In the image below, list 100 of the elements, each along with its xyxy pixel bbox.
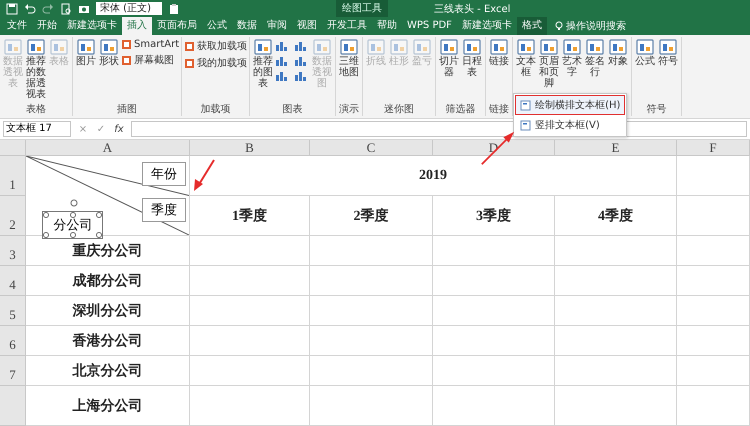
row-header[interactable]: 3 xyxy=(0,236,26,266)
ribbon-tab[interactable]: 新建选项卡 xyxy=(456,17,517,35)
redo-icon[interactable] xyxy=(42,2,54,14)
font-field[interactable]: 宋体 (正文) xyxy=(96,2,162,15)
chart-tile-icon xyxy=(439,38,460,56)
row-header[interactable]: 2 xyxy=(0,196,26,236)
print-preview-icon[interactable] xyxy=(60,2,72,14)
table-cell: 3季度 xyxy=(433,196,555,236)
ribbon-tab[interactable]: 页面布局 xyxy=(152,17,202,35)
ribbon-button[interactable]: 我的加载项 xyxy=(184,56,248,70)
group-label: 表格 xyxy=(25,104,47,116)
tell-me-search[interactable]: 操作说明搜索 xyxy=(546,17,626,35)
table-cell: 成都分公司 xyxy=(26,266,190,296)
chart-tile-icon xyxy=(658,38,678,56)
formula-field[interactable] xyxy=(131,121,747,137)
chart-tile-icon xyxy=(3,38,23,56)
table-cell: 上海分公司 xyxy=(26,386,190,426)
ribbon-tab[interactable]: 开发工具 xyxy=(322,17,372,35)
chart-tile-icon xyxy=(539,38,560,56)
text-box[interactable]: 分公司 xyxy=(42,211,104,240)
square-icon xyxy=(121,54,132,66)
ribbon-button[interactable]: 图片 xyxy=(75,37,97,68)
group-label: 迷你图 xyxy=(383,104,416,116)
ribbon-tab[interactable]: 视图 xyxy=(292,17,322,35)
ribbon-button[interactable]: 推荐的图表 xyxy=(252,37,274,90)
chart-tile-icon xyxy=(516,38,536,56)
square-icon xyxy=(184,40,196,52)
clipboard-icon[interactable] xyxy=(168,2,180,14)
column-header[interactable]: B xyxy=(190,140,310,156)
ribbon-button[interactable]: 获取加载项 xyxy=(184,39,248,53)
row-header[interactable]: 7 xyxy=(0,356,26,386)
row-header[interactable]: 4 xyxy=(0,266,26,296)
chart-tile-icon xyxy=(608,38,628,56)
bar-chart-icon[interactable] xyxy=(275,40,290,52)
ribbon-button[interactable]: 艺术字 xyxy=(561,37,584,79)
ribbon-button[interactable]: 切片器 xyxy=(438,37,460,79)
ribbon-button[interactable]: 形状 xyxy=(98,37,120,68)
chart-tile-icon xyxy=(412,38,432,56)
ribbon-tab[interactable]: 格式 xyxy=(516,17,547,35)
ribbon-tab[interactable]: 数据 xyxy=(232,17,262,35)
row-header[interactable]: 6 xyxy=(0,326,26,356)
ribbon-button[interactable]: 公式 xyxy=(634,37,656,68)
ribbon-button[interactable]: 页眉和页脚 xyxy=(538,37,560,90)
ribbon-tab[interactable]: 审阅 xyxy=(262,17,292,35)
chart-tile-icon xyxy=(562,38,582,56)
ribbon-button[interactable]: 链接 xyxy=(488,37,510,68)
ribbon-button[interactable]: 对象 xyxy=(607,37,630,68)
ribbon-tab[interactable]: 公式 xyxy=(202,17,232,35)
table-cell: 香港分公司 xyxy=(26,326,190,356)
bar-chart-icon[interactable] xyxy=(294,55,308,67)
undo-icon[interactable] xyxy=(24,2,36,14)
table-cell: 2019 xyxy=(190,156,677,196)
group-label: 加载项 xyxy=(200,104,232,116)
group-label: 图表 xyxy=(282,104,304,116)
menu-item[interactable]: 绘制横排文本框(H) xyxy=(515,95,626,115)
rotate-handle[interactable] xyxy=(70,199,78,208)
row-header[interactable]: 1 xyxy=(0,156,26,196)
text-box[interactable]: 年份 xyxy=(142,162,186,186)
column-header[interactable]: F xyxy=(677,140,750,156)
column-header[interactable]: C xyxy=(310,140,433,156)
bar-chart-icon[interactable] xyxy=(275,70,290,82)
ribbon-button[interactable]: SmartArt xyxy=(121,39,180,50)
ribbon-button[interactable]: 三维地图 xyxy=(338,37,360,79)
ribbon-tab[interactable]: WPS PDF xyxy=(402,17,457,35)
bar-chart-icon[interactable] xyxy=(275,55,290,67)
ribbon-tab[interactable]: 文件 xyxy=(2,17,32,35)
ribbon-button[interactable]: 文本框 xyxy=(515,37,538,79)
chart-tile-icon xyxy=(389,38,410,56)
table-cell: 重庆分公司 xyxy=(26,236,190,266)
chart-tile-icon xyxy=(26,38,46,56)
column-header[interactable]: E xyxy=(555,140,677,156)
chart-tile-icon xyxy=(76,38,96,56)
ribbon-tab[interactable]: 插入 xyxy=(122,17,152,35)
ribbon-tab[interactable]: 帮助 xyxy=(372,17,402,35)
ribbon-button[interactable]: 签名行 xyxy=(584,37,606,79)
group-label: 演示 xyxy=(338,104,360,116)
square-icon xyxy=(121,39,132,50)
save-icon[interactable] xyxy=(6,2,18,14)
chart-tile-icon xyxy=(585,38,606,56)
ribbon-tab[interactable]: 开始 xyxy=(32,17,62,35)
menu-item[interactable]: 竖排文本框(V) xyxy=(515,115,626,135)
row-header[interactable]: 5 xyxy=(0,296,26,326)
ribbon-button[interactable]: 推荐的数据透视表 xyxy=(25,37,47,101)
group-label: 筛选器 xyxy=(444,104,477,116)
bar-chart-icon[interactable] xyxy=(294,70,308,82)
ribbon-button[interactable]: 符号 xyxy=(657,37,680,68)
bar-chart-icon[interactable] xyxy=(294,40,308,52)
context-tool-label: 绘图工具 xyxy=(336,0,388,17)
name-box[interactable]: 文本框 17 xyxy=(3,121,71,137)
chart-tile-icon xyxy=(462,38,482,56)
chart-tile-icon xyxy=(366,38,386,56)
ribbon-button[interactable]: 日程表 xyxy=(461,37,484,79)
column-header[interactable]: A xyxy=(26,140,190,156)
ribbon-tab[interactable]: 新建选项卡 xyxy=(62,17,122,35)
insert-function-button[interactable]: fx xyxy=(113,124,125,134)
table-cell: 1季度 xyxy=(190,196,310,236)
text-box[interactable]: 季度 xyxy=(142,198,186,222)
table-cell: 深圳分公司 xyxy=(26,296,190,326)
ribbon-button[interactable]: 屏幕截图 xyxy=(121,53,180,67)
text-box-icon xyxy=(520,120,532,130)
